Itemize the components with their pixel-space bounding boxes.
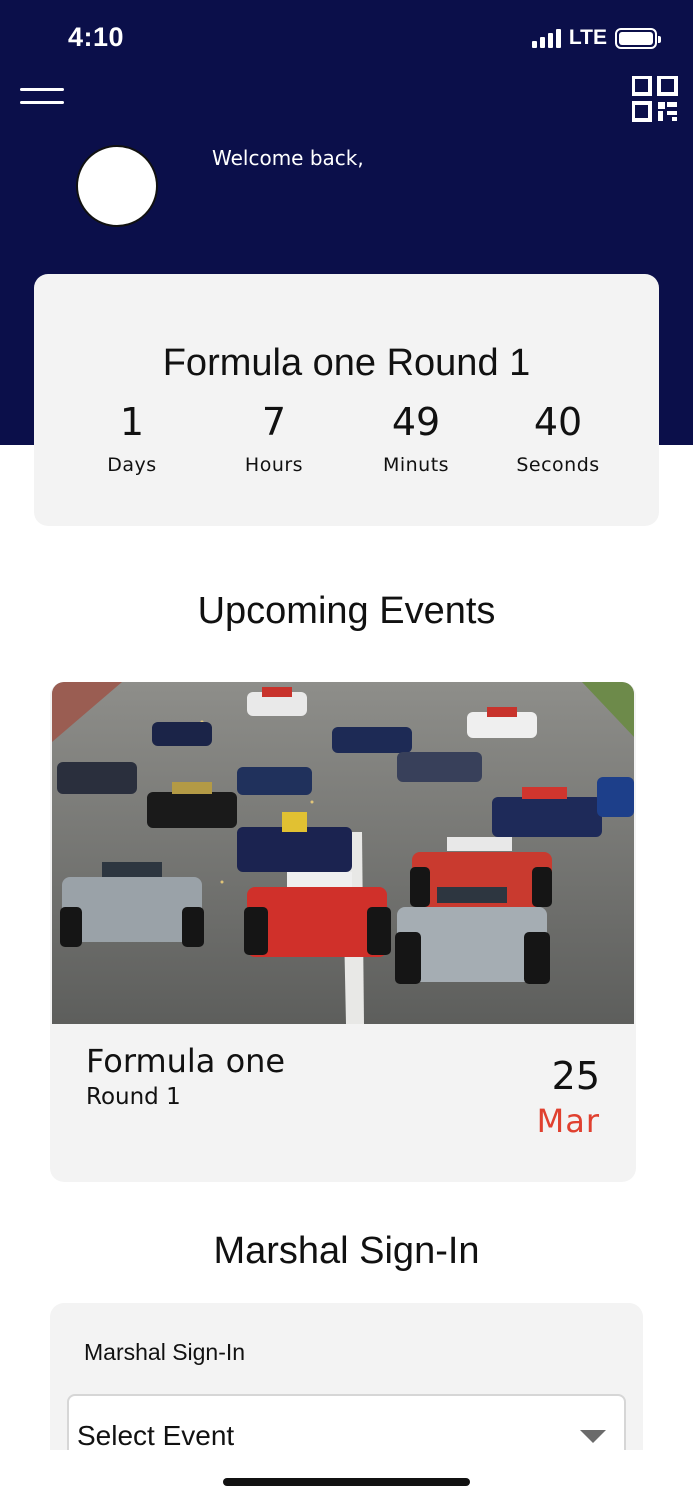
countdown-label: Days bbox=[107, 454, 157, 476]
countdown-days: 1 Days bbox=[57, 400, 207, 476]
event-date-day: 25 bbox=[551, 1054, 600, 1098]
hamburger-menu-icon[interactable] bbox=[20, 84, 66, 110]
network-type: LTE bbox=[568, 26, 607, 49]
countdown-minutes: 49 Minuts bbox=[341, 400, 491, 476]
event-name: Formula one bbox=[86, 1042, 286, 1080]
countdown-label: Minuts bbox=[382, 454, 450, 476]
select-event-value: Select Event bbox=[77, 1420, 235, 1451]
status-indicators: LTE bbox=[531, 26, 661, 50]
countdown-value: 49 bbox=[391, 400, 441, 444]
countdown-card: Formula one Round 1 1 Days 7 Hours 49 Mi… bbox=[34, 274, 659, 526]
event-image bbox=[52, 682, 634, 1024]
event-card[interactable]: Formula one Round 1 25 Mar bbox=[50, 682, 636, 1182]
countdown-title: Formula one Round 1 bbox=[162, 342, 531, 384]
marshal-card-label: Marshal Sign-In bbox=[84, 1339, 246, 1365]
countdown-hours: 7 Hours bbox=[199, 400, 349, 476]
countdown-value: 1 bbox=[119, 400, 145, 444]
upcoming-events-title: Upcoming Events bbox=[197, 590, 496, 632]
countdown-value: 7 bbox=[261, 400, 287, 444]
event-date-month: Mar bbox=[536, 1102, 600, 1140]
avatar[interactable] bbox=[76, 145, 158, 227]
countdown-label: Seconds bbox=[516, 454, 600, 476]
dropdown-arrow-icon bbox=[580, 1430, 606, 1443]
qr-code-icon[interactable] bbox=[631, 75, 678, 122]
welcome-text: Welcome back, bbox=[212, 146, 364, 170]
home-indicator-area bbox=[0, 1450, 693, 1500]
battery-icon bbox=[615, 27, 661, 49]
marshal-section-title: Marshal Sign-In bbox=[213, 1230, 480, 1272]
status-bar: 4:10 LTE bbox=[0, 0, 693, 76]
home-indicator[interactable] bbox=[223, 1478, 470, 1486]
countdown-label: Hours bbox=[244, 454, 304, 476]
countdown-value: 40 bbox=[533, 400, 583, 444]
cellular-signal-icon bbox=[531, 28, 561, 48]
status-time: 4:10 bbox=[68, 22, 125, 52]
event-round: Round 1 bbox=[86, 1084, 181, 1110]
countdown-seconds: 40 Seconds bbox=[483, 400, 633, 476]
